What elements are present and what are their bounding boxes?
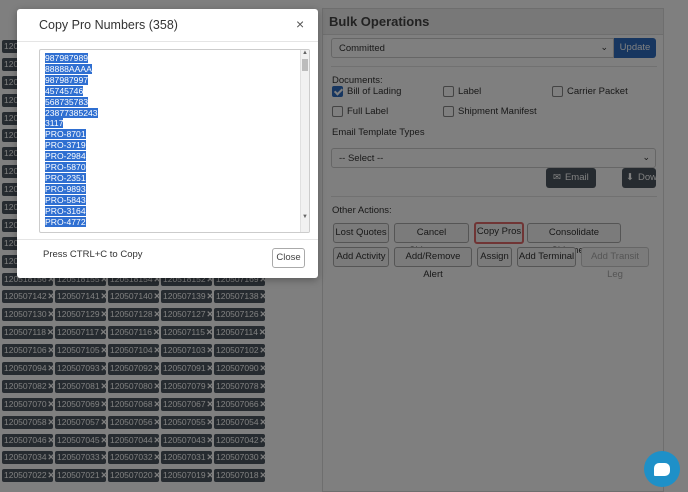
pro-numbers-list: 987987989 88888AAAA 987987997 45745746 56873… bbox=[45, 53, 300, 228]
pro-number-line: 3117 bbox=[45, 118, 300, 129]
pro-number-line: PRO-9893 bbox=[45, 183, 300, 195]
pro-number: PRO-2984 bbox=[45, 151, 86, 162]
pro-number-line: 987987997 bbox=[45, 74, 300, 86]
pro-number-line: PRO-3164 bbox=[45, 205, 300, 217]
pro-number: 568735783 bbox=[45, 96, 89, 107]
textarea-scrollbar[interactable]: ▲ ▼ bbox=[300, 50, 309, 232]
pro-number-line: 45745746 bbox=[45, 85, 300, 97]
pro-number-line: 23877385243 bbox=[45, 107, 300, 119]
close-button[interactable]: Close bbox=[272, 248, 305, 268]
pro-number: PRO-5870 bbox=[45, 162, 86, 173]
copy-pro-numbers-modal: Copy Pro Numbers (358) × 987987989 88888A… bbox=[17, 9, 318, 278]
close-icon[interactable]: × bbox=[296, 16, 304, 32]
scrollbar-thumb[interactable] bbox=[302, 59, 308, 71]
pro-number: 23877385243 bbox=[45, 107, 98, 118]
modal-footer-divider bbox=[17, 239, 318, 240]
pro-number: PRO-8701 bbox=[45, 129, 86, 140]
pro-number: 987987997 bbox=[45, 74, 89, 85]
pro-number-line: PRO-5870 bbox=[45, 162, 300, 173]
pro-number: 987987989 bbox=[45, 53, 89, 63]
pro-number-line: PRO-2351 bbox=[45, 172, 300, 184]
pro-number: 88888AAAA bbox=[45, 63, 92, 74]
pro-number: PRO-2351 bbox=[45, 172, 86, 183]
pro-number-line: 987987989 bbox=[45, 53, 300, 64]
pro-number-line: 568735783 bbox=[45, 96, 300, 108]
modal-header-divider bbox=[17, 41, 318, 42]
pro-number: PRO-3719 bbox=[45, 140, 86, 151]
pro-number-line: PRO-2984 bbox=[45, 151, 300, 162]
scroll-down-icon[interactable]: ▼ bbox=[302, 214, 308, 220]
modal-title: Copy Pro Numbers (358) bbox=[39, 18, 178, 32]
pro-number: 3117 bbox=[45, 118, 64, 129]
pro-number-line: 88888AAAA bbox=[45, 63, 300, 75]
pro-number-line: PRO-4772 bbox=[45, 216, 300, 228]
pro-number-line: PRO-5843 bbox=[45, 194, 300, 206]
scroll-up-icon[interactable]: ▲ bbox=[302, 50, 308, 56]
pro-numbers-textarea[interactable]: 987987989 88888AAAA 987987997 45745746 56873… bbox=[39, 49, 310, 233]
pro-number: PRO-9893 bbox=[45, 183, 86, 194]
pro-number: PRO-3164 bbox=[45, 205, 86, 216]
pro-number: PRO-4772 bbox=[45, 216, 86, 227]
chat-bubble-icon bbox=[654, 462, 670, 476]
pro-number-line: PRO-3719 bbox=[45, 140, 300, 151]
pro-number: PRO-5843 bbox=[45, 194, 86, 205]
chat-widget-button[interactable] bbox=[644, 451, 680, 487]
copy-hint: Press CTRL+C to Copy bbox=[43, 249, 143, 260]
pro-number-line: PRO-8701 bbox=[45, 129, 300, 140]
pro-number: 45745746 bbox=[45, 85, 84, 96]
